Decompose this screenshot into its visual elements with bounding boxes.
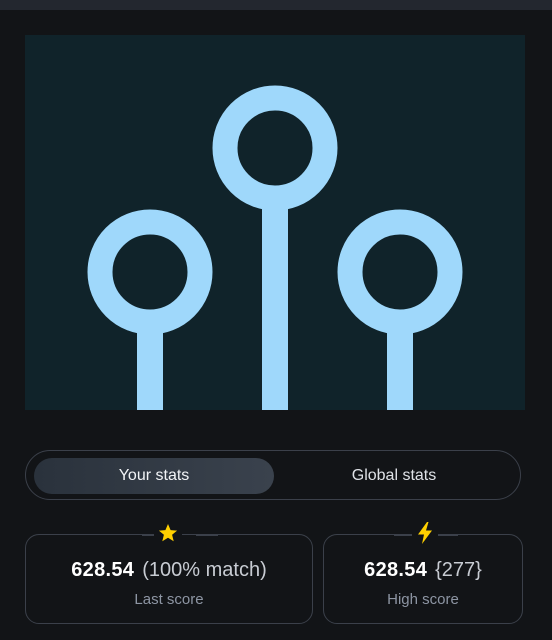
top-bar [0, 0, 552, 10]
star-icon [154, 520, 182, 546]
high-score-card: 628.54 {277} High score [323, 520, 523, 624]
high-score-value: 628.54 [364, 559, 428, 581]
stats-tab-switcher: Your stats Global stats [25, 450, 521, 500]
three-pins-shape [87, 85, 463, 410]
tab-your-stats[interactable]: Your stats [34, 458, 274, 494]
last-score-card: 628.54 (100% match) Last score [25, 520, 313, 624]
target-preview-image [25, 35, 525, 410]
high-score-label: High score [387, 591, 459, 608]
tab-global-stats[interactable]: Global stats [274, 458, 514, 494]
last-score-value-row: 628.54 (100% match) [26, 559, 312, 582]
last-score-value: 628.54 [71, 559, 135, 581]
last-score-match: (100% match) [142, 559, 267, 581]
high-score-value-row: 628.54 {277} [324, 559, 522, 582]
badge-divider-right [436, 535, 458, 536]
badge-divider-right [196, 535, 218, 536]
last-score-label: Last score [134, 591, 204, 608]
high-score-count: {277} [435, 559, 482, 581]
lightning-icon [412, 520, 438, 546]
